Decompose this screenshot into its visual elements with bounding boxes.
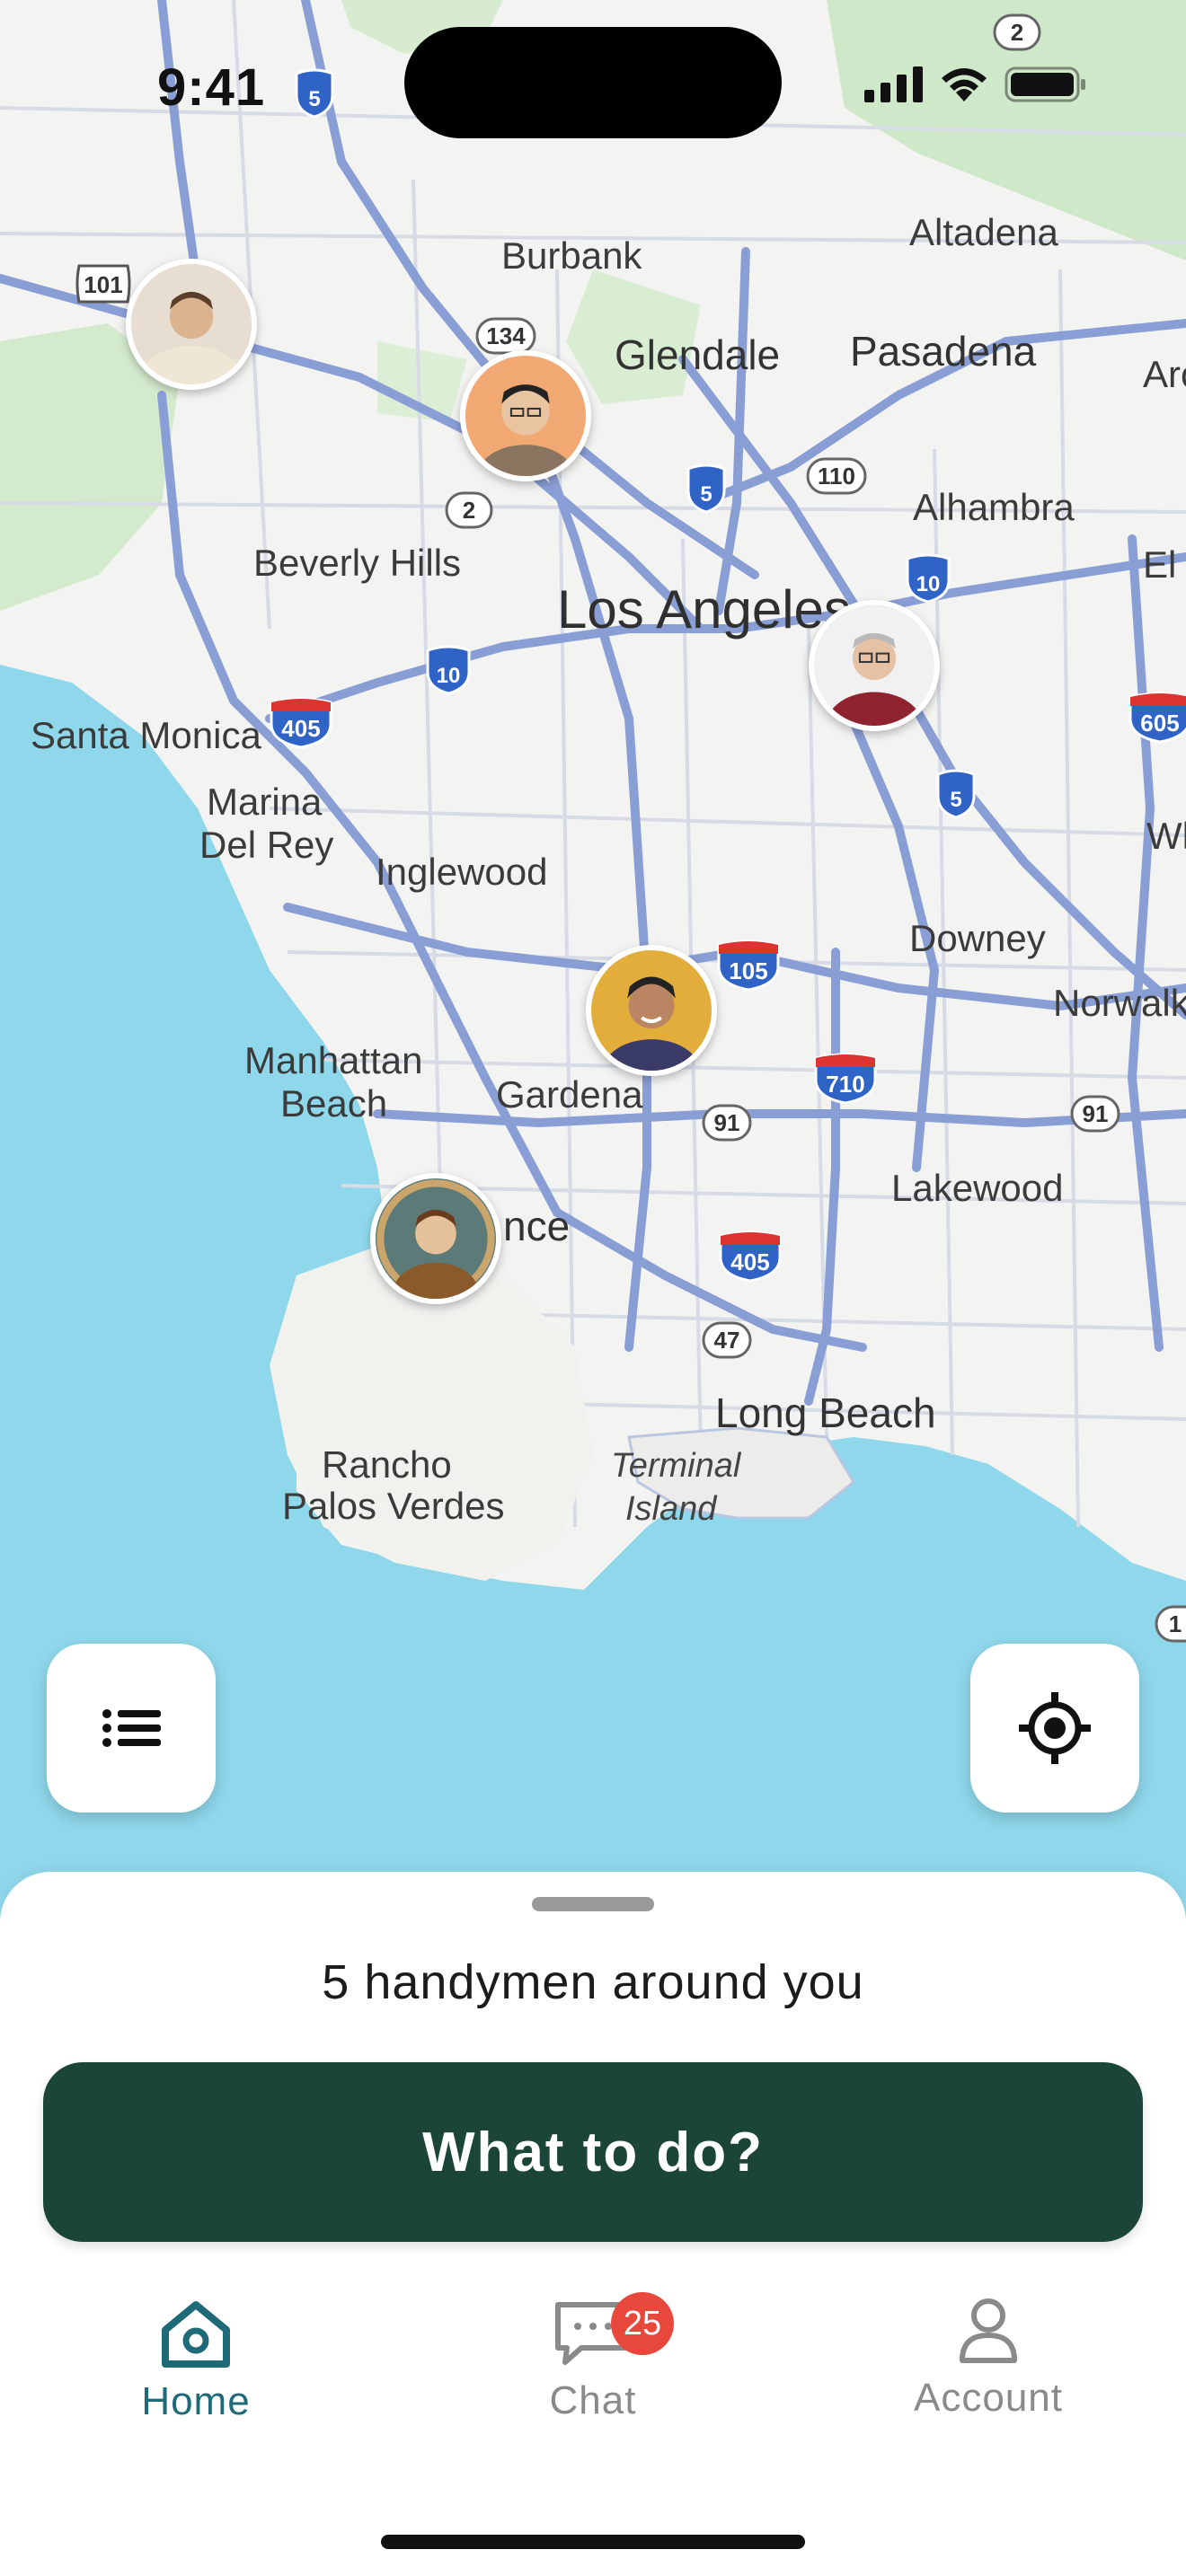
place-label-island: Island (625, 1490, 717, 1528)
status-bar: 9:41 (0, 0, 1186, 171)
svg-text:5: 5 (950, 788, 961, 812)
place-label-arc: Arc (1143, 353, 1186, 395)
svg-text:134: 134 (486, 322, 526, 349)
place-label-beverly-hills: Beverly Hills (253, 542, 462, 584)
route-shield: 101 (75, 264, 131, 304)
svg-text:105: 105 (729, 957, 767, 984)
handyman-pin[interactable] (809, 600, 940, 731)
place-label-gardena: Gardena (496, 1073, 643, 1116)
route-shield: 2 (445, 491, 493, 529)
svg-text:91: 91 (714, 1109, 740, 1136)
interstate-shield: 5 (686, 463, 726, 514)
handyman-pin[interactable] (370, 1173, 501, 1304)
home-icon (162, 2301, 230, 2368)
route-shield: 1 (1155, 1605, 1186, 1643)
interstate-shield: 605 (1128, 692, 1186, 744)
tab-account[interactable]: Account (854, 2296, 1123, 2421)
place-label-los-angeles: Los Angeles (557, 579, 851, 640)
interstate-shield: 405 (270, 697, 332, 749)
status-time: 9:41 (157, 58, 266, 117)
handyman-pin[interactable] (126, 259, 257, 390)
place-label-burbank: Burbank (501, 234, 642, 277)
place-label-palos-verdes: Palos Verdes (282, 1485, 505, 1527)
dynamic-island (404, 27, 782, 138)
avatar (465, 356, 586, 476)
handyman-pin[interactable] (586, 945, 717, 1076)
route-shield: 47 (702, 1321, 752, 1359)
svg-text:47: 47 (714, 1327, 740, 1354)
sheet-drag-handle[interactable] (532, 1897, 654, 1911)
place-label-marina: Marina (207, 781, 323, 823)
list-view-button[interactable] (47, 1644, 216, 1813)
svg-text:91: 91 (1083, 1100, 1109, 1127)
svg-text:10: 10 (916, 572, 941, 596)
svg-text:1: 1 (1169, 1610, 1182, 1637)
svg-text:101: 101 (84, 271, 122, 298)
interstate-shield: 405 (719, 1231, 782, 1283)
tab-chat-label: Chat (549, 2378, 637, 2422)
signal-icon (864, 66, 923, 102)
person-icon (960, 2298, 1017, 2363)
place-label-inglewood: Inglewood (376, 851, 548, 893)
place-label-santa-monica: Santa Monica (31, 714, 261, 756)
chat-unread-badge: 25 (611, 2292, 674, 2355)
svg-text:405: 405 (730, 1248, 769, 1275)
what-to-do-button[interactable]: What to do? (43, 2062, 1143, 2242)
interstate-shield: 10 (426, 645, 471, 695)
place-label-manhattan: Manhattan (244, 1039, 423, 1081)
place-label-glendale: Glendale (615, 331, 781, 378)
place-label-downey: Downey (909, 917, 1046, 959)
wifi-icon (942, 68, 987, 101)
svg-text:5: 5 (700, 482, 712, 507)
tab-home-label: Home (141, 2379, 251, 2423)
home-indicator (381, 2535, 805, 2549)
avatar (131, 264, 252, 384)
tab-bar: Home 25 Chat Account (0, 2292, 1186, 2502)
interstate-shield: 710 (814, 1053, 877, 1105)
place-label-rancho: Rancho (322, 1443, 452, 1486)
avatar (376, 1178, 496, 1299)
route-shield: 110 (806, 457, 867, 495)
interstate-shield: 5 (936, 769, 976, 819)
place-label-del-rey: Del Rey (199, 824, 334, 866)
svg-text:2: 2 (463, 497, 475, 524)
place-label-torrance: nce (503, 1203, 571, 1249)
handymen-count-title: 5 handymen around you (322, 1955, 864, 2009)
battery-icon (1005, 66, 1085, 102)
avatar (814, 605, 934, 726)
tab-account-label: Account (914, 2376, 1063, 2420)
svg-text:710: 710 (826, 1071, 864, 1098)
handyman-pin[interactable] (460, 350, 591, 481)
crosshair-icon (1019, 1692, 1091, 1764)
tab-chat[interactable]: 25 Chat (458, 2292, 728, 2423)
tab-home[interactable]: Home (61, 2299, 331, 2424)
svg-text:605: 605 (1140, 710, 1179, 737)
place-label-beach: Beach (280, 1082, 388, 1125)
svg-text:10: 10 (437, 664, 461, 688)
interstate-shield: 10 (906, 553, 951, 604)
place-label-terminal: Terminal (611, 1447, 741, 1485)
place-label-altadena: Altadena (909, 211, 1058, 253)
place-label-alhambra: Alhambra (913, 486, 1075, 528)
route-shield: 91 (1070, 1095, 1120, 1133)
place-label-long-beach: Long Beach (715, 1389, 936, 1436)
list-icon (102, 1709, 161, 1747)
place-label-wh: Wh (1146, 815, 1186, 857)
place-label-pasadena: Pasadena (850, 328, 1037, 375)
place-label-lakewood: Lakewood (891, 1167, 1064, 1209)
avatar (591, 950, 712, 1071)
place-label-el-m: El M (1143, 543, 1186, 586)
status-icons (864, 65, 1087, 104)
svg-text:405: 405 (281, 715, 320, 742)
route-shield: 91 (702, 1104, 752, 1142)
interstate-shield: 105 (717, 940, 780, 992)
place-label-norwalk: Norwalk (1053, 982, 1186, 1024)
my-location-button[interactable] (970, 1644, 1139, 1813)
svg-text:110: 110 (818, 463, 855, 490)
